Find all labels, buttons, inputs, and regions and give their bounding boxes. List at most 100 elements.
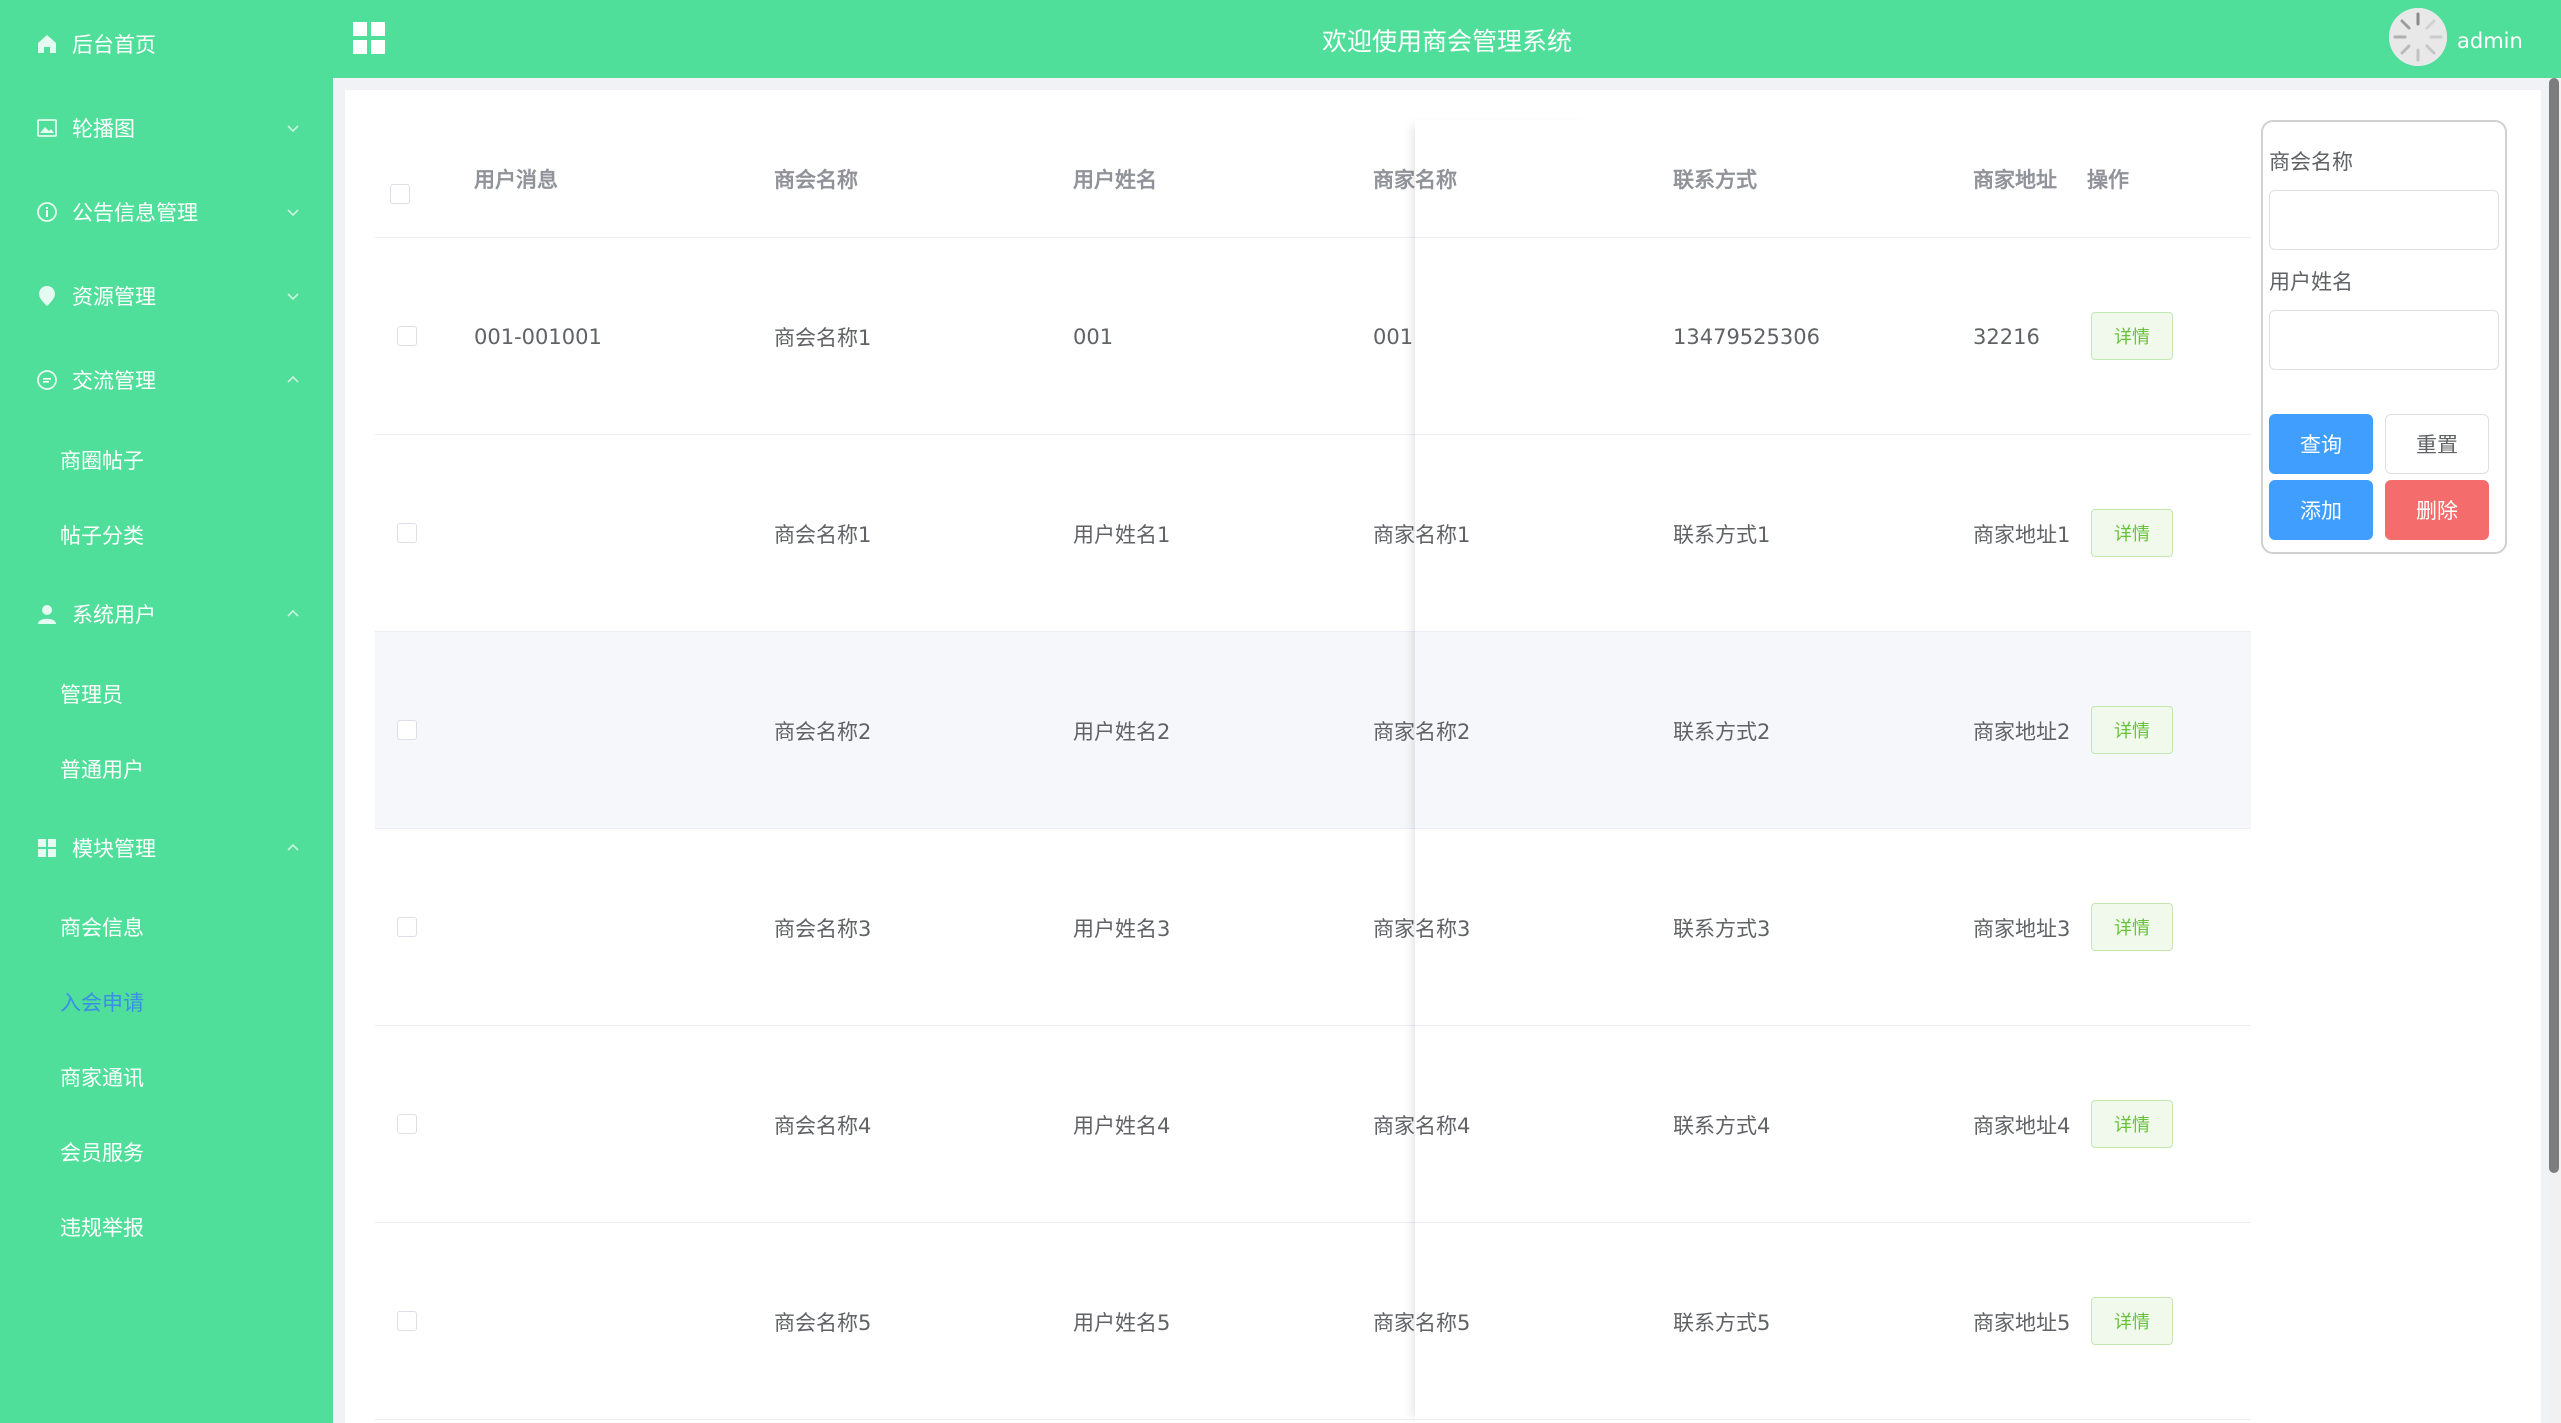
cell-merchant-address: 商家地址5 [1973,1310,2071,1335]
home-icon [34,31,60,57]
cell-merchant-name: 商家名称5 [1373,1310,1471,1335]
chevron-up-icon [287,609,299,617]
chat-icon [34,367,60,393]
cell-chamber-name: 商会名称2 [774,719,872,744]
sidebar-item-modules[interactable]: 模块管理 [0,818,333,878]
cell-contact: 联系方式1 [1673,522,1771,547]
sidebar-subitem-posts[interactable]: 商圈帖子 [0,432,333,488]
scrollbar-thumb[interactable] [2549,78,2559,1173]
detail-button[interactable]: 详情 [2091,312,2173,360]
row-checkbox[interactable] [397,1311,417,1331]
chevron-down-icon [287,125,299,133]
sidebar-item-label: 资源管理 [72,285,156,309]
main-content: 用户消息 商会名称 用户姓名 商家名称 联系方式 商家地址 操作 001-001… [345,90,2541,1423]
cell-chamber-name: 商会名称3 [774,916,872,941]
cell-user-name: 001 [1073,324,1114,349]
cell-merchant-address: 商家地址4 [1973,1113,2071,1138]
sidebar-item-label: 轮播图 [72,117,135,141]
cell-contact: 联系方式3 [1673,916,1771,941]
user-name-label: 用户姓名 [2269,270,2353,294]
sidebar-subitem-violation-reports[interactable]: 违规举报 [0,1199,333,1255]
row-checkbox[interactable] [397,326,417,346]
cell-contact: 联系方式4 [1673,1113,1771,1138]
cell-merchant-name: 商家名称2 [1373,719,1471,744]
chevron-down-icon [287,209,299,217]
table-header: 用户消息 商会名称 用户姓名 商家名称 联系方式 商家地址 操作 [375,120,2251,238]
top-header: 欢迎使用商会管理系统 admin [333,0,2561,78]
cell-merchant-name: 商家名称1 [1373,522,1471,547]
column-header-user-name: 用户姓名 [1073,168,1157,192]
sidebar-item-label: 系统用户 [72,603,156,627]
sidebar-subitem-membership-application[interactable]: 入会申请 [0,974,333,1030]
detail-button[interactable]: 详情 [2091,1297,2173,1345]
cell-user-name: 用户姓名5 [1073,1310,1171,1335]
avatar[interactable] [2389,8,2447,66]
sidebar-item-label: 交流管理 [72,369,156,393]
detail-button[interactable]: 详情 [2091,903,2173,951]
sidebar-subitem-post-categories[interactable]: 帖子分类 [0,507,333,563]
cell-user-name: 用户姓名4 [1073,1113,1171,1138]
user-icon [34,601,60,627]
select-all-checkbox[interactable] [390,184,410,204]
row-checkbox[interactable] [397,523,417,543]
reset-button[interactable]: 重置 [2385,414,2489,474]
delete-button[interactable]: 删除 [2385,480,2489,540]
sidebar-item-home[interactable]: 后台首页 [0,14,333,74]
chevron-up-icon [287,375,299,383]
page-title: 欢迎使用商会管理系统 [1321,27,1572,56]
column-header-merchant-name: 商家名称 [1373,168,1457,192]
cell-user-name: 用户姓名1 [1073,522,1171,547]
sidebar: 后台首页 轮播图 公告信息管理 资源管理 交流管理 商圈帖子 帖子分类 系统用户… [0,0,333,1423]
cell-chamber-name: 商会名称1 [774,522,872,547]
location-icon [34,283,60,309]
row-checkbox[interactable] [397,917,417,937]
sidebar-subitem-admins[interactable]: 管理员 [0,666,333,722]
chevron-down-icon [287,293,299,301]
cell-user-name: 用户姓名2 [1073,719,1171,744]
app-root: 后台首页 轮播图 公告信息管理 资源管理 交流管理 商圈帖子 帖子分类 系统用户… [0,0,2561,1423]
sidebar-item-label: 后台首页 [72,33,156,57]
cell-merchant-name: 001 [1373,324,1414,349]
sidebar-item-label: 模块管理 [72,837,156,861]
username[interactable]: admin [2457,29,2523,53]
chamber-name-input[interactable] [2269,190,2499,250]
cell-contact: 13479525306 [1673,324,1820,349]
sidebar-subitem-member-services[interactable]: 会员服务 [0,1124,333,1180]
add-button[interactable]: 添加 [2269,480,2373,540]
column-header-contact: 联系方式 [1673,168,1757,192]
cell-chamber-name: 商会名称4 [774,1113,872,1138]
grid-icon [34,835,60,861]
table-row: 商会名称3 用户姓名3 商家名称3 联系方式3 商家地址3 详情 [375,829,2251,1026]
sidebar-subitem-merchant-contacts[interactable]: 商家通讯 [0,1049,333,1105]
detail-button[interactable]: 详情 [2091,509,2173,557]
table-row: 商会名称5 用户姓名5 商家名称5 联系方式5 商家地址5 详情 [375,1223,2251,1420]
sidebar-subitem-users[interactable]: 普通用户 [0,741,333,797]
table-row: 001-001001 商会名称1 001 001 13479525306 32216 详情 [375,238,2251,435]
detail-button[interactable]: 详情 [2091,706,2173,754]
sidebar-item-notices[interactable]: 公告信息管理 [0,182,333,242]
cell-user-name: 用户姓名3 [1073,916,1171,941]
detail-button[interactable]: 详情 [2091,1100,2173,1148]
search-panel: 商会名称 用户姓名 查询 重置 添加 删除 [2261,120,2507,554]
query-button[interactable]: 查询 [2269,414,2373,474]
sidebar-item-system-users[interactable]: 系统用户 [0,584,333,644]
sidebar-subitem-chamber-info[interactable]: 商会信息 [0,899,333,955]
cell-chamber-name: 商会名称5 [774,1310,872,1335]
cell-merchant-name: 商家名称3 [1373,916,1471,941]
sidebar-item-resources[interactable]: 资源管理 [0,266,333,326]
sidebar-item-carousel[interactable]: 轮播图 [0,98,333,158]
user-name-input[interactable] [2269,310,2499,370]
row-checkbox[interactable] [397,720,417,740]
cell-merchant-address: 商家地址3 [1973,916,2071,941]
column-header-merchant-address: 商家地址 [1973,168,2057,192]
loading-avatar-icon [2389,8,2447,66]
sidebar-item-label: 公告信息管理 [72,201,198,225]
chamber-name-label: 商会名称 [2269,150,2353,174]
cell-user-message: 001-001001 [474,324,602,349]
sidebar-item-communication[interactable]: 交流管理 [0,350,333,410]
table-row: 商会名称2 用户姓名2 商家名称2 联系方式2 商家地址2 详情 [375,632,2251,829]
column-header-actions: 操作 [2087,168,2129,192]
column-header-user-message: 用户消息 [474,168,558,192]
row-checkbox[interactable] [397,1114,417,1134]
info-icon [34,199,60,225]
